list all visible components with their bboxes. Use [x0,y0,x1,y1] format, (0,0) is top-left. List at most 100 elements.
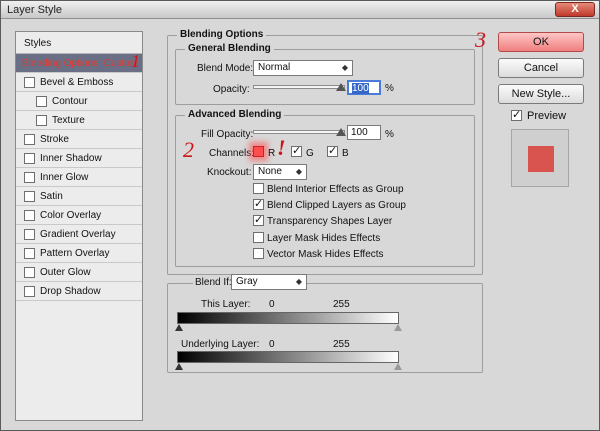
this-layer-max: 255 [333,299,350,310]
style-checkbox[interactable] [24,191,35,202]
styles-header[interactable]: Styles [16,32,142,54]
option-layer-mask-label: Layer Mask Hides Effects [267,233,381,244]
style-label: Blending Options: Custom [22,58,139,69]
this-layer-min: 0 [269,299,275,310]
option-blend-interior-label: Blend Interior Effects as Group [267,184,404,195]
advanced-blending-title: Advanced Blending [185,109,285,120]
fill-opacity-input[interactable]: 100 [347,125,381,140]
channel-r-checkbox[interactable] [253,146,264,157]
style-gradient-overlay[interactable]: Gradient Overlay [16,225,142,244]
new-style-button[interactable]: New Style... [498,84,584,104]
fill-opacity-slider-thumb[interactable] [336,128,346,136]
annotation-number-3: 3 [475,27,486,52]
this-layer-label: This Layer: [201,299,251,310]
opacity-value: 100 [352,83,369,94]
general-blending-title: General Blending [185,43,274,54]
option-vector-mask-label: Vector Mask Hides Effects [267,249,384,260]
knockout-value: None [258,166,282,177]
option-transparency-shapes-checkbox[interactable] [253,215,264,226]
layer-style-dialog: Layer Style X Styles Blending Options: C… [0,0,600,431]
opacity-slider-thumb[interactable] [336,83,346,91]
underlying-layer-white-stop[interactable] [394,363,402,370]
close-button[interactable]: X [555,2,595,17]
underlying-layer-max: 255 [333,339,350,350]
knockout-select[interactable]: None ◆ [253,164,307,180]
opacity-input[interactable]: 100 [347,80,381,95]
option-transparency-shapes-label: Transparency Shapes Layer [267,216,393,227]
this-layer-black-stop[interactable] [175,324,183,331]
channel-b-checkbox[interactable] [327,146,338,157]
title-bar: Layer Style X [1,1,599,19]
style-drop-shadow[interactable]: Drop Shadow [16,282,142,301]
blend-mode-label: Blend Mode: [197,63,254,74]
style-label: Contour [52,96,88,107]
style-checkbox[interactable] [36,96,47,107]
cancel-button[interactable]: Cancel [498,58,584,78]
style-stroke[interactable]: Stroke [16,130,142,149]
chevron-updown-icon: ◆ [341,63,348,72]
styles-panel: Styles Blending Options: Custom 1 Bevel … [15,31,143,421]
option-vector-mask-checkbox[interactable] [253,248,264,259]
channel-g-label: G [306,148,314,159]
underlying-layer-black-stop[interactable] [175,363,183,370]
style-checkbox[interactable] [24,172,35,183]
chevron-updown-icon: ◆ [295,167,302,176]
style-contour[interactable]: Contour [16,92,142,111]
fill-opacity-label: Fill Opacity: [201,129,254,140]
style-checkbox[interactable] [24,248,35,259]
blend-mode-value: Normal [258,62,291,73]
style-inner-shadow[interactable]: Inner Shadow [16,149,142,168]
underlying-layer-min: 0 [269,339,275,350]
style-label: Pattern Overlay [40,248,110,259]
chevron-updown-icon: ◆ [295,277,302,286]
channels-label: Channels: [209,148,255,159]
opacity-percent: % [385,83,394,94]
preview-swatch [528,146,554,172]
style-satin[interactable]: Satin [16,187,142,206]
style-texture[interactable]: Texture [16,111,142,130]
blend-if-select[interactable]: Gray ◆ [231,274,307,290]
style-checkbox[interactable] [24,134,35,145]
preview-thumbnail [511,129,569,187]
style-label: Inner Glow [40,172,89,183]
option-blend-interior-checkbox[interactable] [253,183,264,194]
style-label: Inner Shadow [40,153,102,164]
style-checkbox[interactable] [36,115,47,126]
style-checkbox[interactable] [24,286,35,297]
opacity-label: Opacity: [213,84,250,95]
option-blend-clipped-label: Blend Clipped Layers as Group [267,200,406,211]
style-pattern-overlay[interactable]: Pattern Overlay [16,244,142,263]
blend-if-label: Blend If: [193,277,234,288]
style-label: Bevel & Emboss [40,77,114,88]
knockout-label: Knockout: [207,167,252,178]
underlying-layer-gradient [177,351,399,363]
opacity-slider[interactable] [253,85,345,89]
fill-opacity-percent: % [385,129,394,140]
general-blending-group [175,49,475,105]
this-layer-gradient [177,312,399,324]
preview-label: Preview [527,110,567,122]
preview-checkbox[interactable] [511,110,522,121]
blend-mode-select[interactable]: Normal ◆ [253,60,353,76]
style-blending-options[interactable]: Blending Options: Custom 1 [16,51,142,73]
this-layer-white-stop[interactable] [394,324,402,331]
channel-g-checkbox[interactable] [291,146,302,157]
option-blend-clipped-checkbox[interactable] [253,199,264,210]
option-layer-mask-checkbox[interactable] [253,232,264,243]
style-checkbox[interactable] [24,210,35,221]
style-checkbox[interactable] [24,267,35,278]
style-bevel-emboss[interactable]: Bevel & Emboss [16,73,142,92]
style-inner-glow[interactable]: Inner Glow [16,168,142,187]
annotation-number-1: 1 [131,51,140,71]
style-checkbox[interactable] [24,229,35,240]
style-label: Satin [40,191,63,202]
style-checkbox[interactable] [24,77,35,88]
style-label: Color Overlay [40,210,102,221]
fill-opacity-slider[interactable] [253,130,345,134]
underlying-layer-label: Underlying Layer: [181,339,260,350]
style-outer-glow[interactable]: Outer Glow [16,263,142,282]
ok-button[interactable]: OK [498,32,584,52]
style-checkbox[interactable] [24,153,35,164]
style-color-overlay[interactable]: Color Overlay [16,206,142,225]
style-label: Drop Shadow [40,286,101,297]
